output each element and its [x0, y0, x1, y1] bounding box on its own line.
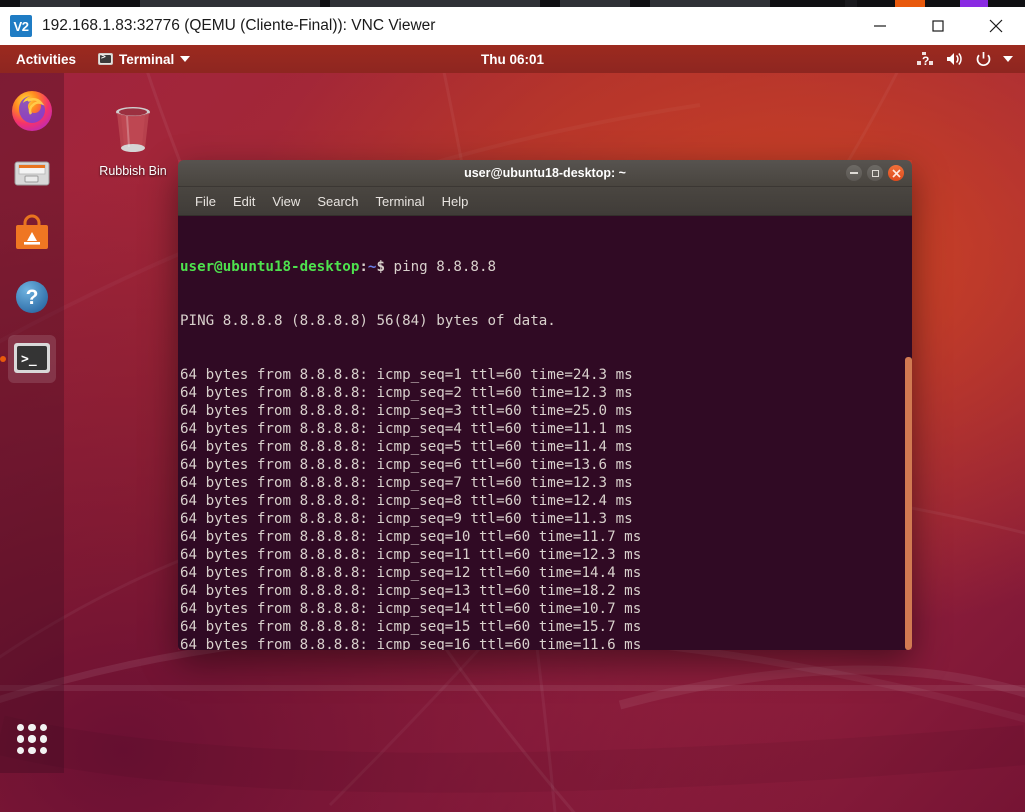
terminal-ping-line: 64 bytes from 8.8.8.8: icmp_seq=4 ttl=60… [180, 420, 912, 438]
vnc-window-title: 192.168.1.83:32776 (QEMU (Cliente-Final)… [42, 17, 435, 35]
terminal-scrollbar[interactable] [905, 357, 912, 650]
vnc-maximize-button[interactable] [909, 7, 967, 45]
terminal-titlebar[interactable]: user@ubuntu18-desktop: ~ [178, 160, 912, 187]
vnc-minimize-button[interactable] [851, 7, 909, 45]
prompt-sigil: $ [376, 259, 385, 275]
terminal-ping-line: 64 bytes from 8.8.8.8: icmp_seq=11 ttl=6… [180, 546, 912, 564]
menu-terminal[interactable]: Terminal [369, 191, 432, 212]
vnc-logo-icon: V2 [10, 15, 32, 37]
terminal-window-title: user@ubuntu18-desktop: ~ [178, 166, 912, 180]
menu-edit[interactable]: Edit [226, 191, 262, 212]
dock-item-help[interactable]: ? [8, 273, 56, 321]
terminal-window: user@ubuntu18-desktop: ~ [178, 160, 912, 650]
ubuntu-dock: ? >_ [0, 73, 64, 773]
minimize-icon [872, 18, 888, 34]
terminal-ping-line: 64 bytes from 8.8.8.8: icmp_seq=1 ttl=60… [180, 366, 912, 384]
terminal-ping-line: 64 bytes from 8.8.8.8: icmp_seq=7 ttl=60… [180, 474, 912, 492]
gnome-top-bar: Activities Terminal Thu 06:01 ? [0, 45, 1025, 73]
close-icon [987, 17, 1005, 35]
vnc-window-controls [851, 7, 1025, 45]
terminal-ping-line: 64 bytes from 8.8.8.8: icmp_seq=6 ttl=60… [180, 456, 912, 474]
desktop-icon-rubbish-bin[interactable]: Rubbish Bin [95, 100, 171, 178]
svg-text:?: ? [26, 286, 39, 309]
menu-search[interactable]: Search [310, 191, 365, 212]
menu-file[interactable]: File [188, 191, 223, 212]
terminal-ping-line: 64 bytes from 8.8.8.8: icmp_seq=2 ttl=60… [180, 384, 912, 402]
volume-icon[interactable] [945, 51, 964, 67]
close-icon [892, 169, 901, 178]
vnc-titlebar: V2 192.168.1.83:32776 (QEMU (Cliente-Fin… [0, 7, 1025, 45]
maximize-icon [872, 170, 879, 177]
prompt-user-host: user@ubuntu18-desktop [180, 259, 359, 275]
terminal-ping-line: 64 bytes from 8.8.8.8: icmp_seq=15 ttl=6… [180, 618, 912, 636]
terminal-maximize-button[interactable] [867, 165, 883, 181]
firefox-icon [10, 89, 54, 133]
terminal-ping-output: 64 bytes from 8.8.8.8: icmp_seq=1 ttl=60… [180, 366, 912, 650]
desktop-icon-area: Rubbish Bin [95, 100, 171, 178]
terminal-ping-line: 64 bytes from 8.8.8.8: icmp_seq=14 ttl=6… [180, 600, 912, 618]
trash-icon [103, 100, 163, 156]
terminal-output-header: PING 8.8.8.8 (8.8.8.8) 56(84) bytes of d… [180, 312, 912, 330]
topbar-status-area: ? [917, 51, 1013, 68]
app-menu-terminal[interactable]: Terminal [98, 52, 190, 67]
vnc-viewer-window: V2 192.168.1.83:32776 (QEMU (Cliente-Fin… [0, 0, 1025, 812]
svg-text:>_: >_ [21, 352, 37, 367]
activities-button[interactable]: Activities [10, 50, 82, 69]
maximize-icon [930, 18, 946, 34]
terminal-ping-line: 64 bytes from 8.8.8.8: icmp_seq=13 ttl=6… [180, 582, 912, 600]
accessibility-keyboard-icon[interactable]: ? [917, 52, 934, 67]
terminal-ping-line: 64 bytes from 8.8.8.8: icmp_seq=16 ttl=6… [180, 636, 912, 650]
chevron-down-icon[interactable] [1003, 56, 1013, 62]
terminal-icon: >_ [11, 338, 53, 380]
host-taskbar-strip [0, 0, 1025, 7]
remote-ubuntu-desktop: Activities Terminal Thu 06:01 ? [0, 45, 1025, 812]
terminal-ping-line: 64 bytes from 8.8.8.8: icmp_seq=10 ttl=6… [180, 528, 912, 546]
menu-view[interactable]: View [265, 191, 307, 212]
minimize-icon [850, 172, 858, 174]
vnc-close-button[interactable] [967, 7, 1025, 45]
terminal-icon [98, 53, 113, 65]
dock-item-firefox[interactable] [8, 87, 56, 135]
app-menu-label: Terminal [119, 52, 174, 67]
terminal-minimize-button[interactable] [846, 165, 862, 181]
terminal-window-controls [846, 165, 904, 181]
prompt-command: ping 8.8.8.8 [385, 259, 496, 275]
terminal-ping-line: 64 bytes from 8.8.8.8: icmp_seq=9 ttl=60… [180, 510, 912, 528]
power-icon[interactable] [975, 51, 992, 68]
terminal-ping-line: 64 bytes from 8.8.8.8: icmp_seq=5 ttl=60… [180, 438, 912, 456]
dock-item-ubuntu-software[interactable] [8, 211, 56, 259]
show-applications-button[interactable] [8, 715, 56, 763]
terminal-prompt-line: user@ubuntu18-desktop:~$ ping 8.8.8.8 [180, 258, 912, 276]
terminal-output-area[interactable]: user@ubuntu18-desktop:~$ ping 8.8.8.8 PI… [178, 216, 912, 650]
terminal-close-button[interactable] [888, 165, 904, 181]
svg-text:?: ? [922, 54, 929, 67]
terminal-menubar: File Edit View Search Terminal Help [178, 187, 912, 216]
ubuntu-software-icon [10, 213, 54, 257]
prompt-colon: : [359, 259, 368, 275]
terminal-ping-line: 64 bytes from 8.8.8.8: icmp_seq=12 ttl=6… [180, 564, 912, 582]
dock-item-files[interactable] [8, 149, 56, 197]
terminal-text: user@ubuntu18-desktop:~$ ping 8.8.8.8 PI… [178, 216, 912, 650]
chevron-down-icon [180, 56, 190, 62]
files-icon [10, 151, 54, 195]
desktop-icon-label: Rubbish Bin [95, 164, 171, 178]
terminal-ping-line: 64 bytes from 8.8.8.8: icmp_seq=8 ttl=60… [180, 492, 912, 510]
dock-item-terminal[interactable]: >_ [8, 335, 56, 383]
terminal-ping-line: 64 bytes from 8.8.8.8: icmp_seq=3 ttl=60… [180, 402, 912, 420]
help-icon: ? [10, 275, 54, 319]
menu-help[interactable]: Help [435, 191, 476, 212]
